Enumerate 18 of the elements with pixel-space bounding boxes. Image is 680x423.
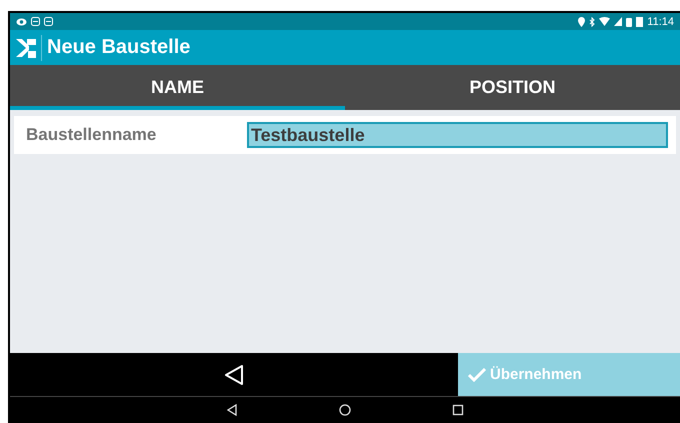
status-time: 11:14 bbox=[647, 16, 674, 28]
back-icon[interactable] bbox=[226, 404, 238, 416]
signal-icon bbox=[614, 17, 622, 26]
battery-icon bbox=[626, 16, 632, 26]
tab[interactable]: POSITION bbox=[345, 65, 680, 110]
recents-icon[interactable] bbox=[452, 404, 464, 416]
check-icon bbox=[468, 368, 486, 382]
input-field[interactable]: Testbaustelle bbox=[247, 122, 668, 148]
location-icon bbox=[578, 16, 586, 26]
wifi-icon bbox=[599, 17, 610, 26]
battery-icon bbox=[636, 16, 644, 27]
home-icon[interactable] bbox=[339, 404, 351, 416]
tab[interactable]: NAME bbox=[10, 65, 345, 110]
eye-icon bbox=[16, 18, 27, 26]
bluetooth-icon bbox=[589, 16, 596, 26]
field-label: Baustellenname bbox=[26, 125, 158, 145]
logo-icon bbox=[16, 36, 36, 58]
app-title: Neue Baustelle bbox=[47, 36, 190, 59]
